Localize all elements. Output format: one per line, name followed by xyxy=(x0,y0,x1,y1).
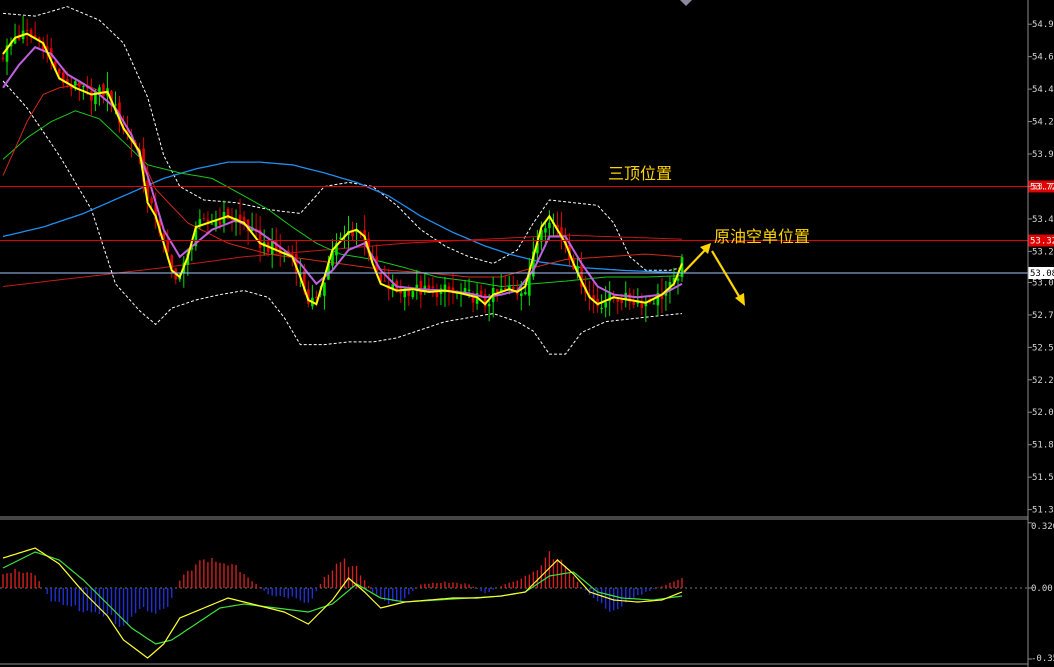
candle-body[interactable] xyxy=(210,223,214,225)
candle-body[interactable] xyxy=(1,57,5,59)
y-tick-label: 54.68 xyxy=(1032,53,1054,63)
candle-body[interactable] xyxy=(676,278,680,281)
candle-body[interactable] xyxy=(102,84,105,97)
macd-tick-label: 0.00 xyxy=(1031,584,1053,594)
candle-body[interactable] xyxy=(600,307,603,309)
candle-body[interactable] xyxy=(519,293,523,296)
candle-body[interactable] xyxy=(57,68,61,74)
candle-body[interactable] xyxy=(495,289,499,293)
candle-body[interactable] xyxy=(544,228,547,233)
macd-tick-label: -0.355 xyxy=(1031,654,1054,664)
chart-background xyxy=(0,0,1054,667)
candle-body[interactable] xyxy=(604,302,607,308)
candle-body[interactable] xyxy=(507,285,511,289)
y-tick-label: 54.92 xyxy=(1032,20,1054,30)
candle-body[interactable] xyxy=(524,292,527,295)
candle-body[interactable] xyxy=(90,91,93,101)
candle-body[interactable] xyxy=(25,30,29,32)
candle-body[interactable] xyxy=(511,286,515,290)
annotation-triple-top: 三顶位置 xyxy=(608,164,672,183)
macd-tick-label: 0.326 xyxy=(1031,522,1054,532)
y-tick-label: 54.20 xyxy=(1032,118,1054,128)
y-tick-label: 52.53 xyxy=(1032,343,1054,353)
candle-body[interactable] xyxy=(114,104,117,106)
candle-body[interactable] xyxy=(431,286,435,289)
candle-body[interactable] xyxy=(98,87,101,93)
y-tick-label: 53.72 xyxy=(1032,182,1054,192)
candle-body[interactable] xyxy=(411,291,415,297)
candle-body[interactable] xyxy=(323,282,326,296)
annotation-short-entry: 原油空单位置 xyxy=(714,227,810,246)
candle-body[interactable] xyxy=(620,299,624,304)
candle-body[interactable] xyxy=(487,304,491,307)
y-tick-label: 52.29 xyxy=(1032,376,1054,386)
candle-body[interactable] xyxy=(652,303,656,305)
y-tick-label: 53.48 xyxy=(1032,215,1054,225)
candle-body[interactable] xyxy=(419,280,423,295)
candle-body[interactable] xyxy=(479,290,483,296)
candle-body[interactable] xyxy=(74,81,77,86)
y-tick-label: 51.57 xyxy=(1032,473,1054,483)
y-tick-label: 51.81 xyxy=(1032,441,1054,451)
chart-canvas[interactable]: 53.7253.3253.08 54.9254.6854.4454.2053.9… xyxy=(0,0,1054,667)
y-tick-label: 53.01 xyxy=(1032,278,1054,288)
candle-body[interactable] xyxy=(415,284,419,289)
candle-body[interactable] xyxy=(467,289,471,291)
candle-body[interactable] xyxy=(447,286,451,291)
candle-body[interactable] xyxy=(238,214,242,220)
candle-body[interactable] xyxy=(150,198,153,204)
y-tick-label: 52.05 xyxy=(1032,408,1054,418)
candle-body[interactable] xyxy=(616,299,620,302)
candle-body[interactable] xyxy=(383,280,386,282)
y-tick-label: 51.33 xyxy=(1032,506,1054,516)
y-tick-label: 53.96 xyxy=(1032,150,1054,160)
candle-body[interactable] xyxy=(82,86,85,88)
y-tick-label: 52.77 xyxy=(1032,311,1054,321)
y-tick-label: 53.24 xyxy=(1032,247,1054,257)
candle-body[interactable] xyxy=(407,290,411,296)
candle-body[interactable] xyxy=(463,288,467,293)
candle-body[interactable] xyxy=(503,287,507,290)
candle-body[interactable] xyxy=(202,218,206,220)
candle-body[interactable] xyxy=(218,221,222,225)
y-tick-label: 54.44 xyxy=(1032,85,1054,95)
candle-body[interactable] xyxy=(548,222,551,229)
level-tag-label: 53.32 xyxy=(1030,237,1054,247)
candle-body[interactable] xyxy=(166,240,170,252)
